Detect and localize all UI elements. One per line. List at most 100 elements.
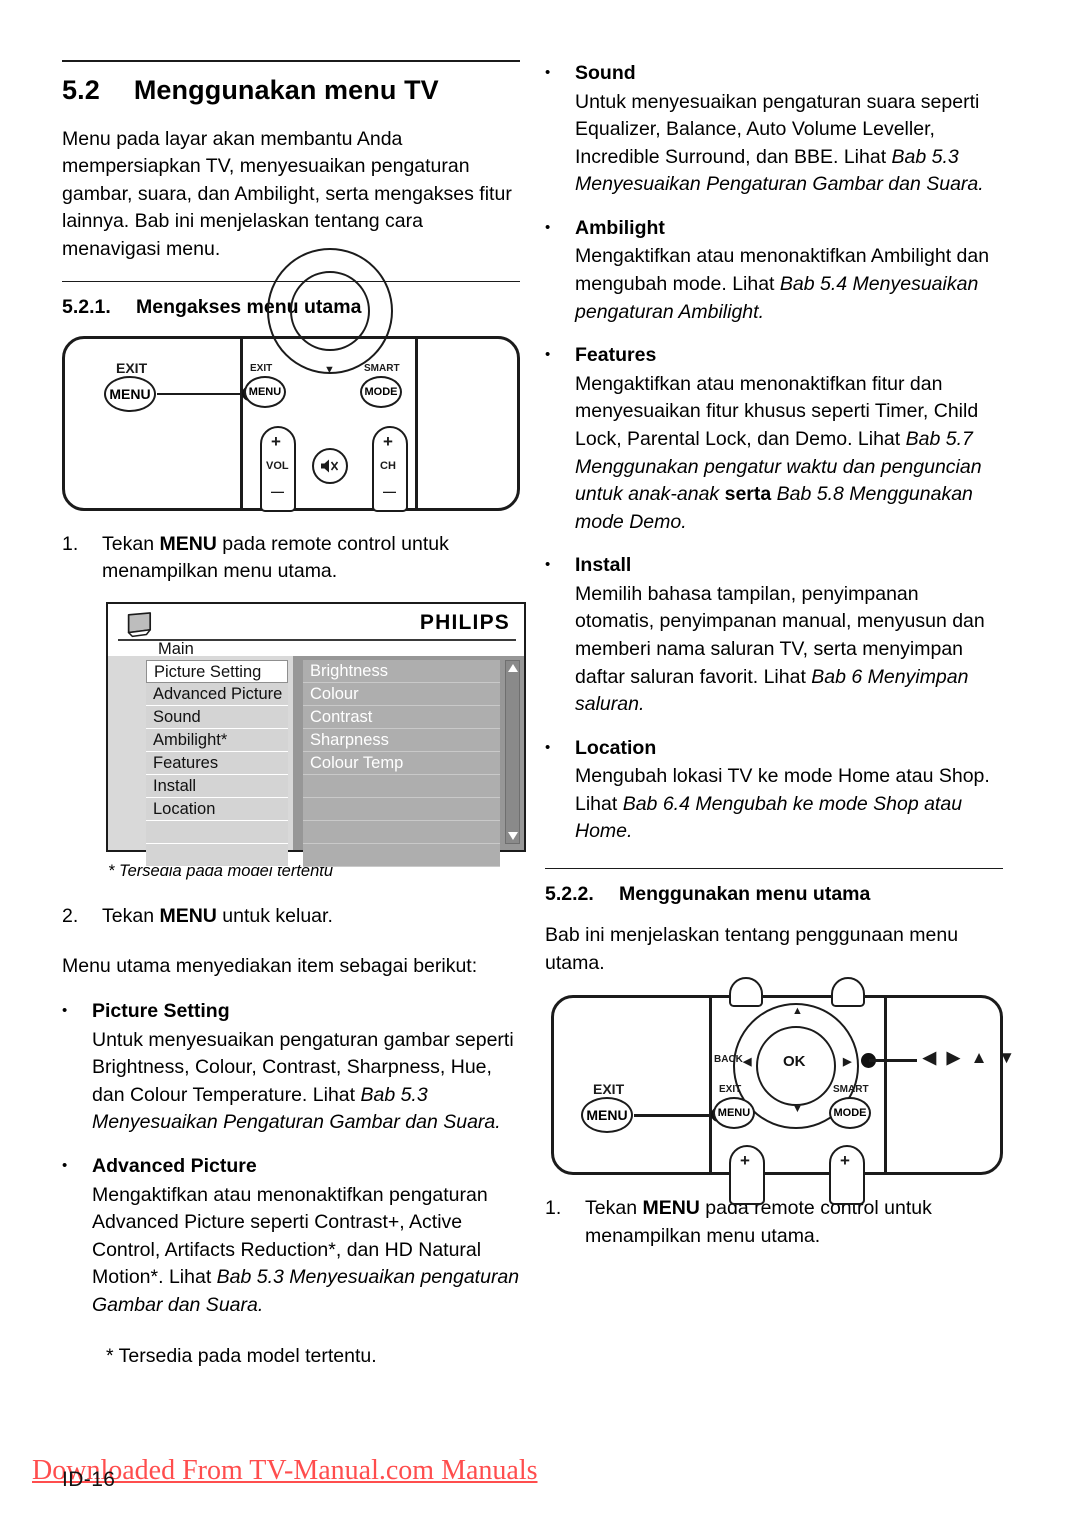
remote-divider-right xyxy=(415,335,418,511)
menu-item-entry: • Features Mengaktifkan atau menonaktifkan… xyxy=(545,342,1003,536)
mute-icon xyxy=(321,459,339,472)
section-intro: Menu pada layar akan membantu Anda mempe… xyxy=(62,127,512,260)
menu-item-entry: • Picture Setting Untuk menyesuaikan penga… xyxy=(62,998,520,1137)
menu-item-content: Install Memilih bahasa tampilan, penyimpa… xyxy=(575,552,1003,718)
ok-button-label: OK xyxy=(783,1053,806,1071)
osd-left-item[interactable]: Picture Setting xyxy=(146,659,288,683)
callout-arrow-keys-icon: ◀ ▶ ▲ ▼ xyxy=(923,1048,1018,1068)
step-2-521: 2. Tekan MENU untuk keluar. xyxy=(62,903,520,931)
bullet-dot-icon: • xyxy=(62,1002,68,1020)
volume-label: VOL xyxy=(266,459,289,472)
callout-connector-line-2 xyxy=(634,1114,711,1117)
section-title: Menggunakan menu TV xyxy=(133,75,439,105)
remote-divider-left xyxy=(240,335,243,511)
osd-right-item[interactable]: Brightness xyxy=(303,659,500,683)
step-1-521: 1. Tekan MENU pada remote control untuk … xyxy=(62,531,520,586)
remote-divider-left-2 xyxy=(709,995,712,1176)
osd-left-item[interactable]: Sound xyxy=(146,705,288,729)
step-1-key-522: MENU xyxy=(642,1197,700,1220)
volume-minus-icon: — xyxy=(271,483,284,499)
step-1-pre-522: Tekan xyxy=(585,1197,643,1220)
osd-right-item[interactable]: Colour Temp xyxy=(303,751,500,775)
step-1-number: 1. xyxy=(62,532,79,555)
osd-left-item[interactable]: Features xyxy=(146,751,288,775)
osd-right-item-blank xyxy=(303,797,500,821)
remote-control-diagram-top: ▼ EXIT MENU EXIT MENU SMART MODE + VOL — xyxy=(62,247,520,512)
osd-left-item-blank xyxy=(146,820,288,844)
menu-item-content: Advanced Picture Mengaktifkan atau menona… xyxy=(92,1153,520,1319)
remote-exit-label-2: EXIT xyxy=(719,1084,742,1096)
osd-left-item[interactable]: Ambilight* xyxy=(146,728,288,752)
osd-right-item[interactable]: Contrast xyxy=(303,705,500,729)
menu-item-heading: Location xyxy=(575,736,657,759)
callout-exit-label: EXIT xyxy=(116,359,148,376)
osd-right-item[interactable]: Colour xyxy=(303,682,500,706)
osd-scrollbar[interactable] xyxy=(505,659,520,844)
page-title: 5.2 Menggunakan menu TV xyxy=(62,75,520,106)
philips-logo: PHILIPS xyxy=(419,610,510,634)
menu-item-entry: • Ambilight Mengaktifkan atau menonaktifka… xyxy=(545,215,1003,326)
step-2-number: 2. xyxy=(62,904,79,927)
nav-left-arrow-icon[interactable]: ◀ xyxy=(743,1055,751,1068)
callout-menu-button: MENU xyxy=(104,375,156,412)
osd-left-item-blank xyxy=(146,843,288,867)
bullet-dot-icon: • xyxy=(545,218,551,236)
bullet-dot-icon: • xyxy=(545,64,551,81)
callout-connector-line-nav xyxy=(869,1059,917,1062)
osd-left-item[interactable]: Advanced Picture xyxy=(146,682,288,706)
osd-right-item-blank xyxy=(303,843,500,867)
step-1-key: MENU xyxy=(159,532,217,555)
menu-item-list-left: • Picture Setting Untuk menyesuaikan penga… xyxy=(62,998,520,1319)
osd-header: PHILIPS Main xyxy=(108,604,524,658)
tv-monitor-icon xyxy=(127,611,152,637)
remote-menu-label-2: MENU xyxy=(717,1107,751,1120)
nav-down-arrow-icon-2[interactable]: ▼ xyxy=(792,1103,803,1115)
page-number: ID-16 xyxy=(62,1468,116,1491)
step-1-text: Tekan MENU pada remote control untuk men… xyxy=(102,531,520,586)
nav-down-arrow-icon: ▼ xyxy=(324,363,335,376)
step-1-text-522: Tekan MENU pada remote control untuk men… xyxy=(585,1195,1003,1250)
osd-right-item[interactable]: Sharpness xyxy=(303,728,500,752)
menu-item-content: Ambilight Mengaktifkan atau menonaktifkan… xyxy=(575,215,1003,326)
remote-exit-label: EXIT xyxy=(250,362,273,374)
remote-menu-button[interactable]: MENU xyxy=(244,375,286,408)
right-column: • Sound Untuk menyesuaikan pengaturan suar… xyxy=(545,60,1015,1267)
channel-plus-icon-2: + xyxy=(840,1151,850,1171)
subsection-number-522: 5.2.2. xyxy=(545,883,594,906)
step-1-522: 1. Tekan MENU pada remote control untuk … xyxy=(545,1195,1003,1250)
section-rule-top xyxy=(62,60,520,62)
remote-mode-button[interactable]: MODE xyxy=(360,375,402,408)
mute-button[interactable] xyxy=(312,447,348,484)
menu-item-entry: • Sound Untuk menyesuaikan pengaturan suar… xyxy=(545,60,1003,199)
bullet-dot-icon: • xyxy=(545,556,551,574)
subsection-rule-522 xyxy=(545,868,1003,870)
channel-plus-icon: + xyxy=(383,431,393,451)
navigation-inner-arc xyxy=(290,270,370,351)
scroll-up-arrow-icon[interactable] xyxy=(507,663,518,672)
remote-smart-label: SMART xyxy=(364,362,400,374)
osd-right-item-blank xyxy=(303,820,500,844)
menu-item-body-2: serta xyxy=(724,483,772,506)
menu-item-list-right: • Sound Untuk menyesuaikan pengaturan suar… xyxy=(545,60,1003,846)
remote-mode-label: MODE xyxy=(364,385,398,398)
osd-left-item[interactable]: Install xyxy=(146,774,288,798)
menu-item-content: Features Mengaktifkan atau menonaktifkan … xyxy=(575,342,1003,536)
callout-menu-label: MENU xyxy=(109,385,151,402)
nav-up-arrow-icon[interactable]: ▲ xyxy=(792,1005,803,1017)
scroll-down-arrow-icon[interactable] xyxy=(507,831,518,840)
menu-item-entry: • Install Memilih bahasa tampilan, penyimp… xyxy=(545,552,1003,718)
left-column: 5.2 Menggunakan menu TV Menu pada layar … xyxy=(62,60,526,1368)
osd-left-item[interactable]: Location xyxy=(146,797,288,821)
channel-label: CH xyxy=(380,459,396,472)
step-2-pre: Tekan xyxy=(102,904,160,927)
menu-item-heading: Install xyxy=(575,554,632,577)
menu-item-content: Location Mengubah lokasi TV ke mode Home … xyxy=(575,735,1003,846)
remote-control-diagram-bottom: OK ▲ ▼ ◀ ▶ BACK ◀ ▶ ▲ ▼ EXIT MENU EXIT M… xyxy=(551,977,1015,1206)
step-1-number-522: 1. xyxy=(545,1197,562,1220)
callout-menu-label-2: MENU xyxy=(586,1107,628,1124)
nav-right-arrow-icon[interactable]: ▶ xyxy=(843,1055,851,1068)
step-2-post: untuk keluar. xyxy=(216,904,333,927)
subsection-intro-522: Bab ini menjelaskan tentang penggunaan m… xyxy=(545,924,959,974)
menu-item-entry: • Location Mengubah lokasi TV ke mode Home… xyxy=(545,735,1003,846)
menu-item-heading: Advanced Picture xyxy=(92,1154,257,1177)
